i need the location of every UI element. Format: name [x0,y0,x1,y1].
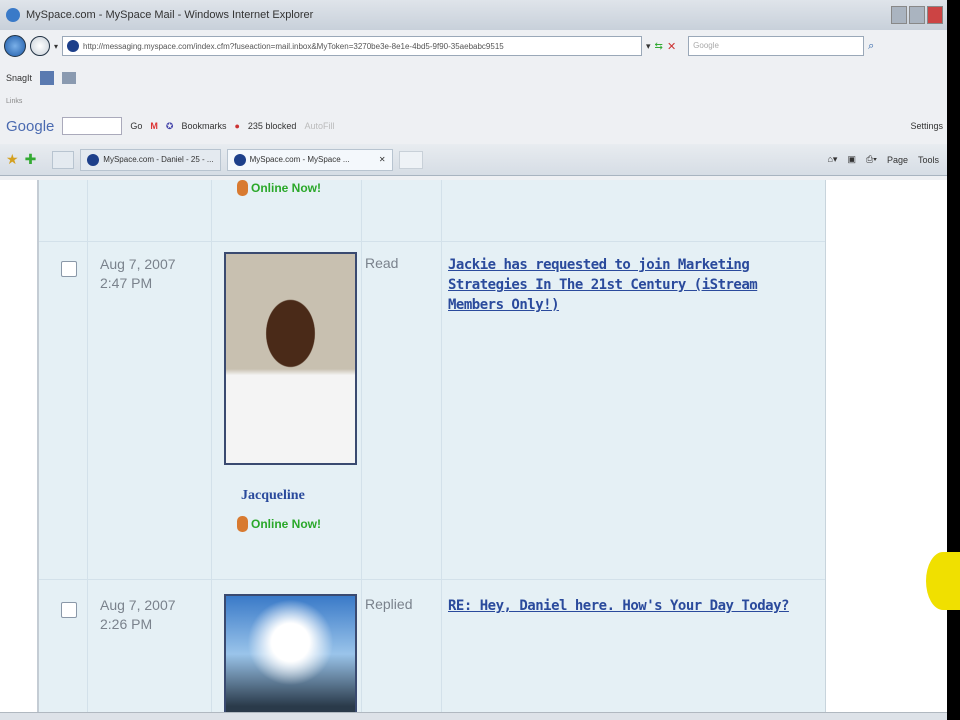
cursor-highlight [926,552,960,610]
google-logo: Google [6,117,55,135]
address-bar: ▾ http://messaging.myspace.com/index.cfm… [0,32,947,60]
google-search-input[interactable] [62,117,123,135]
message-subject-link[interactable]: Jackie has requested to join Marketing S… [448,255,808,315]
forward-button[interactable] [30,36,50,56]
history-dropdown-icon[interactable]: ▾ [54,42,58,51]
edit-icon[interactable] [62,72,77,84]
tab-myspace-mail[interactable]: MySpace.com - MySpace ... ✕ [226,148,393,171]
new-tab-button[interactable] [398,150,423,169]
add-favorite-icon[interactable]: ✚ [25,151,37,168]
sender-photo[interactable] [224,252,357,465]
popup-blocked-button[interactable]: 235 blocked [248,121,297,131]
myspace-icon [233,153,246,166]
refresh-icon[interactable]: ⇆ [655,41,663,52]
search-icon[interactable]: ⌕ [868,40,874,53]
table-row: Aug 7, 2007 2:47 PM Read Jackie has reque… [39,241,825,579]
maximize-button[interactable] [909,6,925,24]
message-subject-link[interactable]: RE: Hey, Daniel here. How's Your Day Tod… [448,596,808,616]
online-person-icon [237,180,248,196]
minimize-button[interactable] [891,6,907,24]
settings-button[interactable]: Settings [910,121,943,131]
quick-tabs-button[interactable] [52,150,75,169]
feeds-icon[interactable]: ▣ [847,154,856,165]
browser-window: MySpace.com - MySpace Mail - Windows Int… [0,0,947,720]
go-button[interactable]: Go [130,121,142,131]
message-date: Aug 7, 2007 2:47 PM [100,256,176,291]
table-row: Online Now! [39,180,825,241]
sender-name-link[interactable]: Jacqueline [241,488,305,504]
links-label[interactable]: Links [6,98,22,105]
online-person-icon [237,516,248,532]
online-now-badge: Online Now! [237,516,321,532]
home-icon[interactable]: ⌂▾ [827,154,837,165]
online-now-badge: Online Now! [237,180,321,196]
page-menu[interactable]: Page [887,155,908,165]
bookmarks-star-icon: ✪ [165,120,174,131]
gmail-icon[interactable]: M [150,121,158,131]
table-row: Aug 7, 2007 2:26 PM Replied RE: Hey, Dani… [39,579,825,712]
url-dropdown-icon[interactable]: ▾ [646,41,651,52]
title-bar: MySpace.com - MySpace Mail - Windows Int… [0,0,947,30]
window-title: MySpace.com - MySpace Mail - Windows Int… [26,9,314,21]
ie-icon [6,8,20,22]
tools-menu[interactable]: Tools [918,155,939,165]
page-content: Online Now! Aug 7, 2007 2:47 PM Read Jack… [0,180,947,712]
snagit-button[interactable]: SnagIt [6,73,32,83]
url-input[interactable]: http://messaging.myspace.com/index.cfm?f… [62,36,643,56]
tab-myspace-profile[interactable]: MySpace.com - Daniel - 25 - ... [80,148,221,171]
message-checkbox[interactable] [61,261,77,277]
message-status: Replied [365,596,413,612]
print-icon[interactable]: ⎙▾ [866,154,877,165]
tab-bar: ★ ✚ MySpace.com - Daniel - 25 - ... MySp… [0,144,947,176]
message-checkbox[interactable] [61,602,77,618]
search-input[interactable]: Google [688,36,865,56]
mail-inbox-table: Online Now! Aug 7, 2007 2:47 PM Read Jack… [37,180,826,712]
snagit-toolbar: SnagIt [0,66,947,90]
message-date: Aug 7, 2007 2:26 PM [100,597,176,632]
autofill-button[interactable]: AutoFill [304,121,334,131]
popup-blocker-icon: ● [234,121,240,131]
horizontal-scrollbar[interactable] [0,712,947,720]
close-tab-icon[interactable]: ✕ [379,155,386,164]
stop-icon[interactable]: ✕ [667,40,676,53]
links-bar: Links [0,94,947,108]
message-status: Read [365,255,399,271]
close-button[interactable] [927,6,943,24]
capture-icon[interactable] [40,71,55,85]
bookmarks-button[interactable]: Bookmarks [181,121,226,131]
back-button[interactable] [4,35,26,57]
sender-photo[interactable] [224,594,357,712]
myspace-icon [67,40,80,52]
google-toolbar: Google Go M ✪ Bookmarks ● 235 blocked Au… [0,112,947,140]
favorites-star-icon[interactable]: ★ [6,151,19,168]
myspace-icon [87,153,100,166]
